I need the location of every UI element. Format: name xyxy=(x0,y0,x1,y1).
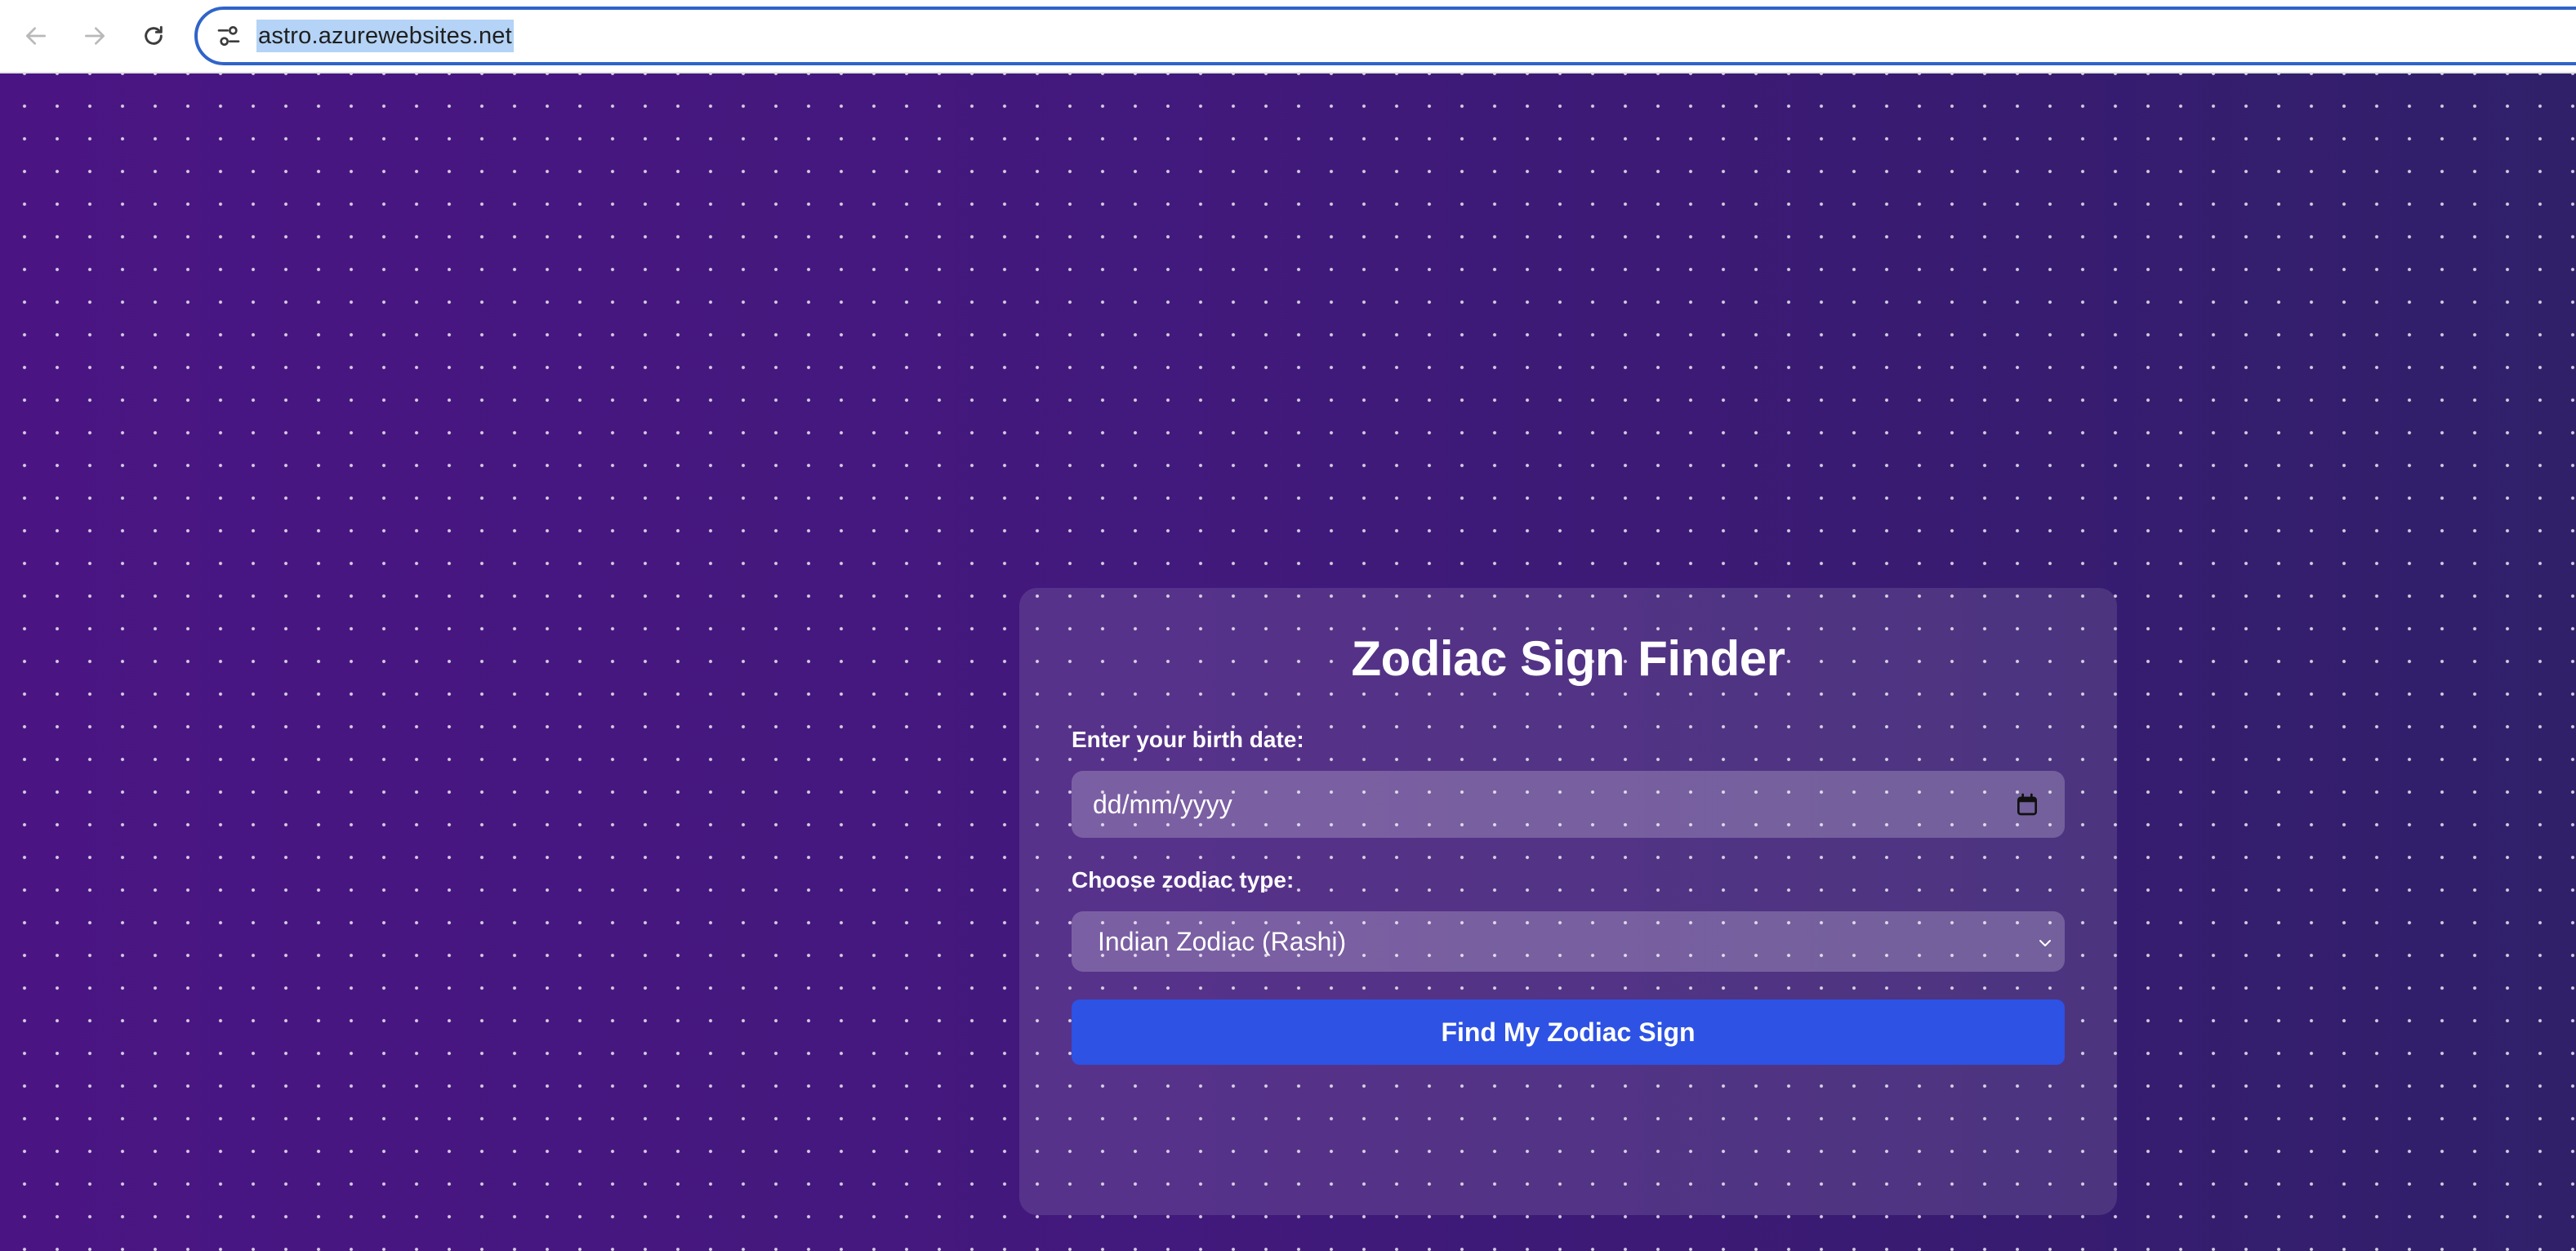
birth-date-placeholder: dd/mm/yyyy xyxy=(1093,790,1232,819)
back-button[interactable] xyxy=(16,16,56,56)
zodiac-finder-card: Zodiac Sign Finder xyxy=(1019,588,2117,1215)
calendar-icon[interactable] xyxy=(2014,791,2040,817)
zodiac-type-select[interactable]: Indian Zodiac (Rashi) xyxy=(1072,911,2065,972)
forward-button[interactable] xyxy=(75,16,114,56)
url-text[interactable]: astro.azurewebsites.net xyxy=(256,20,514,52)
find-zodiac-sign-button[interactable]: Find My Zodiac Sign xyxy=(1072,999,2065,1065)
zodiac-type-label: Choose zodiac type: xyxy=(1072,867,1295,893)
birth-date-label: Enter your birth date: xyxy=(1072,727,1304,752)
browser-toolbar: astro.azurewebsites.net xyxy=(0,0,2576,73)
reload-icon xyxy=(145,25,163,45)
arrow-left-icon xyxy=(26,27,46,45)
zodiac-type-selected-value: Indian Zodiac (Rashi) xyxy=(1098,927,1347,956)
chevron-down-icon xyxy=(2039,940,2051,946)
address-bar[interactable]: astro.azurewebsites.net xyxy=(194,7,2576,65)
page-title: Zodiac Sign Finder xyxy=(1351,631,1785,686)
tune-icon xyxy=(217,25,240,46)
birth-date-input[interactable]: dd/mm/yyyy xyxy=(1072,771,2065,838)
reload-button[interactable] xyxy=(134,16,173,56)
arrow-right-icon xyxy=(85,27,105,45)
site-info-button[interactable] xyxy=(212,20,245,52)
